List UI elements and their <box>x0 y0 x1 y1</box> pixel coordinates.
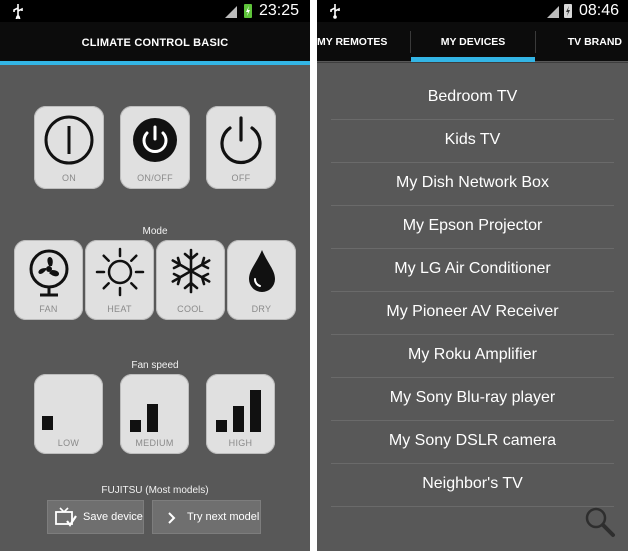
signal-low-icon <box>42 416 53 430</box>
tab-tv-brand-label: TV BRAND <box>567 36 622 48</box>
power-off-label: OFF <box>231 173 251 183</box>
devices-screen: 08:46 MY REMOTES MY DEVICES TV BRAND Bed… <box>317 0 628 551</box>
tab-my-devices[interactable]: MY DEVICES <box>411 22 535 61</box>
power-off-icon <box>220 116 262 165</box>
tab-my-remotes[interactable]: MY REMOTES <box>317 22 409 61</box>
try-next-model-button[interactable]: Try next model <box>152 500 261 534</box>
device-item[interactable]: My Epson Projector <box>317 206 628 249</box>
mode-heat-label: HEAT <box>107 304 132 314</box>
usb-icon <box>330 4 340 19</box>
tab-my-devices-label: MY DEVICES <box>440 36 506 48</box>
signal-icon <box>547 6 559 18</box>
tab-tv-brand[interactable]: TV BRAND <box>536 22 628 61</box>
mode-label: Mode <box>142 226 168 237</box>
device-name: My Dish Network Box <box>396 174 549 191</box>
title-accent-line <box>0 61 310 65</box>
fan-low-button[interactable]: LOW <box>34 374 103 454</box>
mode-dry-label: DRY <box>251 304 272 314</box>
device-item[interactable]: Bedroom TV <box>317 77 628 120</box>
title-bar: CLIMATE CONTROL BASIC <box>0 22 310 61</box>
device-name: My Epson Projector <box>402 217 543 234</box>
device-name: My Sony Blu-ray player <box>389 389 556 406</box>
model-label: FUJITSU (Most models) <box>101 485 209 496</box>
device-name: Kids TV <box>444 131 501 148</box>
device-name: My LG Air Conditioner <box>394 260 551 277</box>
device-item[interactable]: Neighbor's TV <box>317 464 628 507</box>
power-toggle-button[interactable]: ON/OFF <box>120 106 190 189</box>
battery-charging-icon <box>244 4 252 18</box>
water-drop-icon <box>249 250 275 292</box>
tv-check-icon <box>55 507 77 527</box>
mode-cool-label: COOL <box>177 304 204 314</box>
battery-charging-icon <box>564 4 572 18</box>
status-bar: 23:25 <box>0 0 310 22</box>
fan-high-label: HIGH <box>228 438 253 448</box>
save-device-button[interactable]: Save device <box>47 500 144 534</box>
fan-medium-label: MEDIUM <box>135 438 174 448</box>
status-time: 08:46 <box>579 2 620 19</box>
try-next-model-label: Try next model <box>187 511 260 523</box>
fan-high-button[interactable]: HIGH <box>206 374 275 454</box>
fan-medium-button[interactable]: MEDIUM <box>120 374 189 454</box>
tab-bar: MY REMOTES MY DEVICES TV BRAND <box>317 22 628 61</box>
mode-fan-label: FAN <box>39 304 58 314</box>
save-device-label: Save device <box>83 511 143 523</box>
device-item[interactable]: My Pioneer AV Receiver <box>317 292 628 335</box>
list-divider <box>331 506 614 507</box>
climate-control-screen: 23:25 CLIMATE CONTROL BASIC ON ON/OFF OF… <box>0 0 310 551</box>
magnifier-icon[interactable] <box>584 506 616 538</box>
usb-icon <box>13 4 23 19</box>
power-toggle-label: ON/OFF <box>137 173 173 183</box>
signal-medium-icon <box>130 404 158 432</box>
tab-bar-bottom-border <box>317 62 628 63</box>
signal-icon <box>225 6 237 18</box>
power-on-icon <box>44 115 94 165</box>
snowflake-icon <box>171 248 211 294</box>
power-on-button[interactable]: ON <box>34 106 104 189</box>
device-item[interactable]: My Dish Network Box <box>317 163 628 206</box>
mode-cool-button[interactable]: COOL <box>156 240 225 320</box>
fan-low-label: LOW <box>57 438 80 448</box>
power-on-label: ON <box>61 173 77 183</box>
page-title: CLIMATE CONTROL BASIC <box>81 37 229 49</box>
device-name: My Roku Amplifier <box>408 346 537 363</box>
device-name: My Pioneer AV Receiver <box>386 303 559 320</box>
device-item[interactable]: My LG Air Conditioner <box>317 249 628 292</box>
device-item[interactable]: Kids TV <box>317 120 628 163</box>
device-name: Bedroom TV <box>427 88 518 105</box>
device-name: Neighbor's TV <box>422 475 523 492</box>
chevron-right-icon <box>168 512 176 524</box>
mode-fan-button[interactable]: FAN <box>14 240 83 320</box>
device-name: My Sony DSLR camera <box>388 432 557 449</box>
status-time: 23:25 <box>259 2 300 19</box>
sun-icon <box>95 247 145 297</box>
device-item[interactable]: My Roku Amplifier <box>317 335 628 378</box>
device-item[interactable]: My Sony Blu-ray player <box>317 378 628 421</box>
signal-high-icon <box>216 390 261 432</box>
status-bar: 08:46 <box>317 0 628 22</box>
power-toggle-icon <box>133 118 177 162</box>
device-item[interactable]: My Sony DSLR camera <box>317 421 628 464</box>
fan-icon <box>29 249 69 297</box>
fan-speed-label: Fan speed <box>131 360 179 371</box>
tab-my-remotes-label: MY REMOTES <box>317 36 388 48</box>
mode-dry-button[interactable]: DRY <box>227 240 296 320</box>
mode-heat-button[interactable]: HEAT <box>85 240 154 320</box>
power-off-button[interactable]: OFF <box>206 106 276 189</box>
